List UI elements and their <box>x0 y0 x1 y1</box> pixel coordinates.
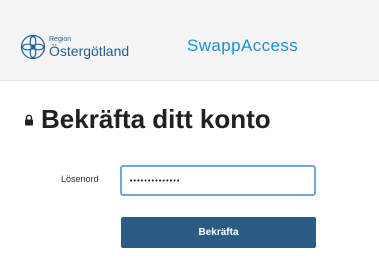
password-label: Lösenord <box>61 174 99 184</box>
lock-icon <box>25 114 33 125</box>
logo-region-name: Östergötland <box>49 43 130 59</box>
region-emblem-icon <box>20 34 46 60</box>
title-row: Bekräfta ditt konto <box>24 104 271 135</box>
region-logo: Region Östergötland <box>20 34 129 60</box>
logo-region-label: Region <box>49 36 72 43</box>
page-title: Bekräfta ditt konto <box>41 104 271 134</box>
region-logo-text: Region Östergötland <box>49 36 129 58</box>
confirm-button[interactable]: Bekräfta <box>121 217 316 248</box>
brand-name: SwappAccess <box>187 36 299 55</box>
password-field[interactable] <box>120 165 316 196</box>
page-header: Region Östergötland SwappAccess <box>0 0 379 81</box>
